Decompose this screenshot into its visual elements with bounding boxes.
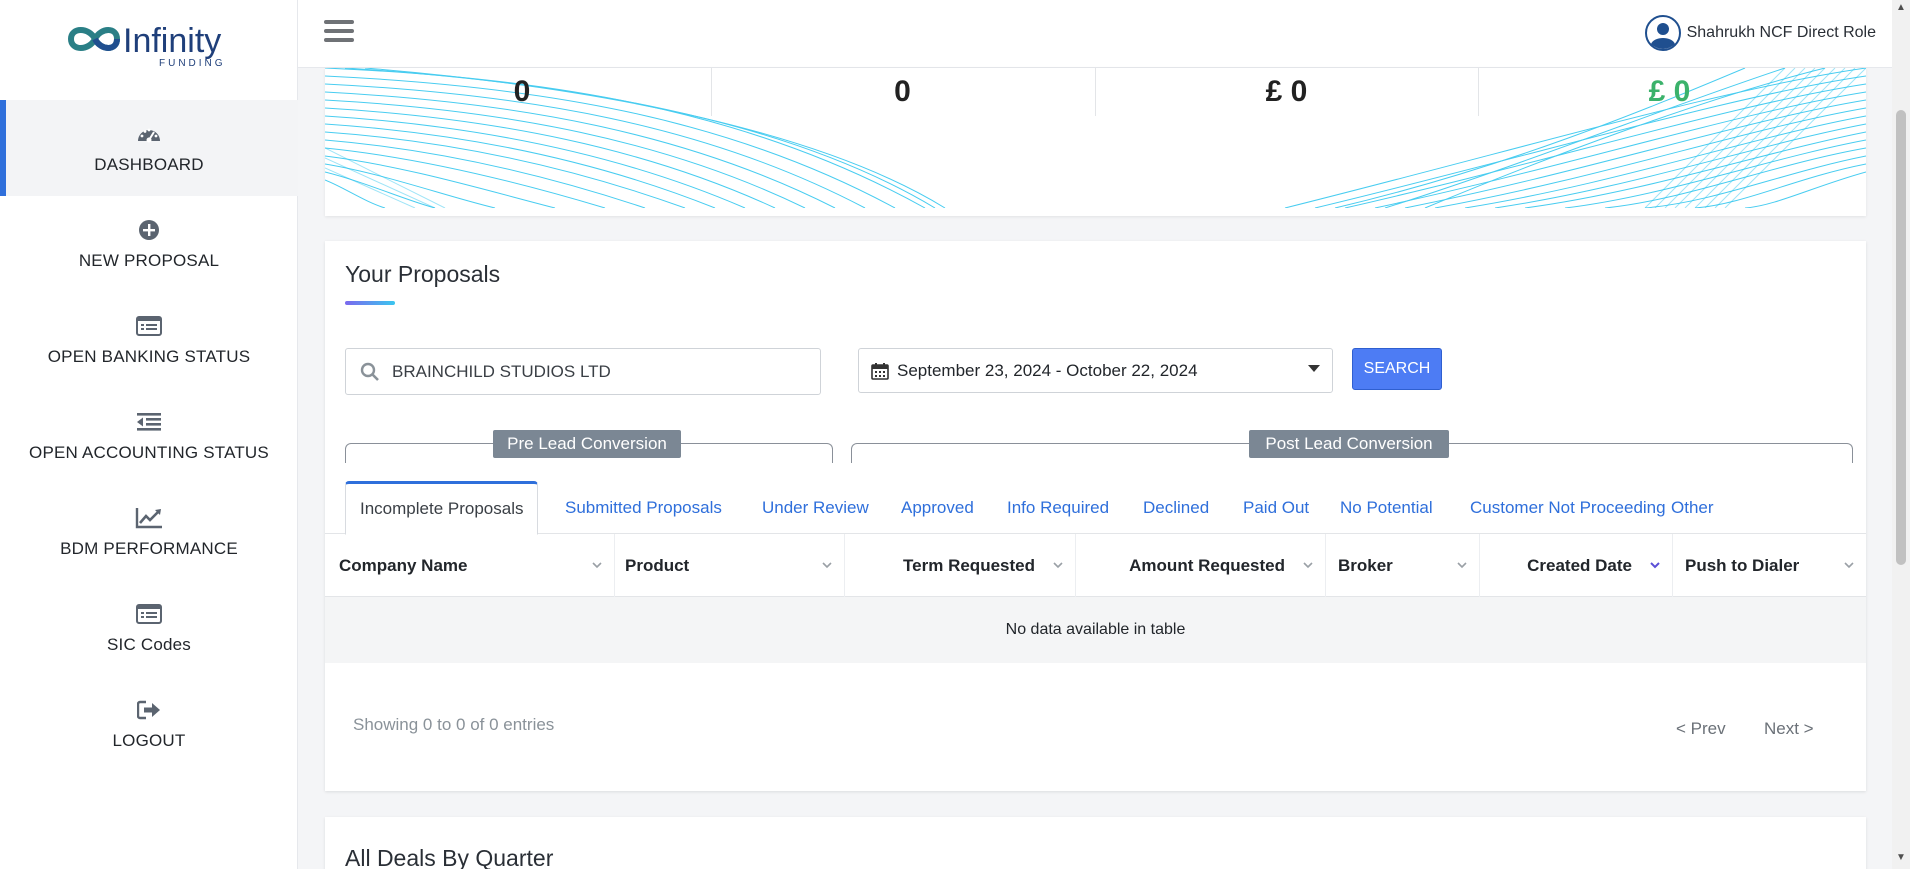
deals-title: All Deals By Quarter [345, 845, 554, 869]
stat-value-3: £ 0 [1265, 75, 1308, 108]
calendar-icon [871, 362, 889, 380]
date-range-picker[interactable]: September 23, 2024 - October 22, 2024 [858, 348, 1333, 393]
column-term-requested[interactable]: Term Requested [845, 534, 1076, 597]
user-name: Shahrukh NCF Direct Role [1686, 24, 1876, 41]
brand-tagline: FUNDING [159, 58, 226, 68]
sort-active-chevron-icon [1650, 562, 1660, 569]
empty-table-message: No data available in table [325, 597, 1866, 663]
avatar [1644, 15, 1681, 51]
column-push-to-dialer[interactable]: Push to Dialer [1673, 534, 1866, 597]
scroll-down-icon[interactable]: ▼ [1896, 852, 1906, 863]
sidebar-item-label: BDM PERFORMANCE [60, 539, 238, 558]
sidebar: Infinity FUNDING DASHBOARD NEW PROPOSAL … [0, 0, 298, 869]
prev-page-button[interactable]: < Prev [1676, 719, 1726, 739]
infinity-logo-icon: Infinity FUNDING [67, 22, 226, 68]
column-product[interactable]: Product [615, 534, 845, 597]
sidebar-item-label: OPEN BANKING STATUS [47, 347, 251, 366]
tab-incomplete-proposals[interactable]: Incomplete Proposals [345, 481, 539, 535]
status-tabs: Incomplete Proposals Submitted Proposals… [325, 481, 1866, 535]
sort-chevron-icon [822, 562, 832, 569]
tab-approved[interactable]: Approved [901, 481, 974, 534]
entries-info: Showing 0 to 0 of 0 entries [353, 715, 555, 734]
stat-value-1: 0 [513, 75, 531, 108]
dashboard-icon [135, 121, 163, 147]
sidebar-item-open-accounting-status[interactable]: OPEN ACCOUNTING STATUS [0, 388, 298, 484]
tab-submitted-proposals[interactable]: Submitted Proposals [565, 481, 722, 534]
tab-customer-not-proceeding[interactable]: Customer Not Proceeding [1470, 481, 1666, 534]
chart-line-icon [135, 505, 163, 531]
sidebar-item-dashboard[interactable]: DASHBOARD [0, 100, 298, 196]
company-search[interactable] [345, 348, 821, 395]
plus-circle-icon [135, 217, 163, 243]
sidebar-item-sic-codes[interactable]: SIC Codes [0, 580, 298, 676]
sort-chevron-icon [1844, 562, 1854, 569]
stat-value-2: 0 [894, 75, 911, 108]
topbar: Shahrukh NCF Direct Role [298, 0, 1892, 68]
sidebar-item-open-banking-status[interactable]: OPEN BANKING STATUS [0, 292, 298, 388]
scrollbar[interactable]: ▲ ▼ [1892, 0, 1910, 869]
logo[interactable]: Infinity FUNDING [0, 0, 297, 82]
post-lead-label: Post Lead Conversion [1249, 430, 1449, 458]
indent-list-icon [135, 409, 163, 435]
pre-lead-label: Pre Lead Conversion [493, 430, 681, 458]
sort-chevron-icon [592, 562, 602, 569]
tab-paid-out[interactable]: Paid Out [1243, 481, 1309, 534]
tab-other[interactable]: Other [1671, 481, 1714, 534]
list-card-icon [135, 601, 163, 627]
column-created-date[interactable]: Created Date [1480, 534, 1673, 597]
sidebar-item-label: OPEN ACCOUNTING STATUS [29, 443, 269, 462]
search-button[interactable]: SEARCH [1352, 348, 1442, 390]
list-card-icon [135, 313, 163, 339]
proposals-title: Your Proposals [345, 261, 501, 287]
sidebar-item-label: SIC Codes [106, 635, 191, 654]
column-amount-requested[interactable]: Amount Requested [1076, 534, 1326, 597]
sidebar-item-label: DASHBOARD [94, 155, 204, 174]
column-broker[interactable]: Broker [1326, 534, 1480, 597]
stat-value-4: £ 0 [1648, 75, 1691, 108]
sidebar-item-label: LOGOUT [112, 731, 186, 750]
search-input[interactable] [392, 361, 812, 382]
deals-by-quarter-card: All Deals By Quarter [325, 817, 1866, 869]
user-menu[interactable]: Shahrukh NCF Direct Role [1644, 15, 1876, 51]
proposals-card: Your Proposals September 23, 2024 - Octo… [325, 241, 1866, 791]
title-underline [345, 301, 395, 305]
brand-name: Infinity [123, 22, 221, 60]
sidebar-item-label: NEW PROPOSAL [78, 251, 220, 270]
sort-chevron-icon [1303, 562, 1313, 569]
search-icon [360, 362, 379, 381]
scroll-up-icon[interactable]: ▲ [1896, 2, 1906, 13]
column-company-name[interactable]: Company Name [325, 534, 615, 597]
stats-panel: 0 0 £ 0 £ 0 [325, 68, 1866, 216]
tab-info-required[interactable]: Info Required [1007, 481, 1109, 534]
tab-under-review[interactable]: Under Review [762, 481, 869, 534]
menu-toggle-icon[interactable] [324, 20, 354, 46]
sidebar-item-bdm-performance[interactable]: BDM PERFORMANCE [0, 484, 298, 580]
chevron-down-icon [1308, 365, 1320, 372]
tab-declined[interactable]: Declined [1143, 481, 1209, 534]
logout-icon [135, 697, 163, 723]
sort-chevron-icon [1053, 562, 1063, 569]
tab-no-potential[interactable]: No Potential [1340, 481, 1433, 534]
sidebar-item-new-proposal[interactable]: NEW PROPOSAL [0, 196, 298, 292]
sort-chevron-icon [1457, 562, 1467, 569]
sidebar-item-logout[interactable]: LOGOUT [0, 676, 298, 772]
next-page-button[interactable]: Next > [1764, 719, 1814, 739]
table-header: Company Name Product Term Requested Amou… [325, 534, 1866, 597]
date-range-text: September 23, 2024 - October 22, 2024 [897, 360, 1198, 380]
scroll-thumb[interactable] [1896, 110, 1906, 565]
